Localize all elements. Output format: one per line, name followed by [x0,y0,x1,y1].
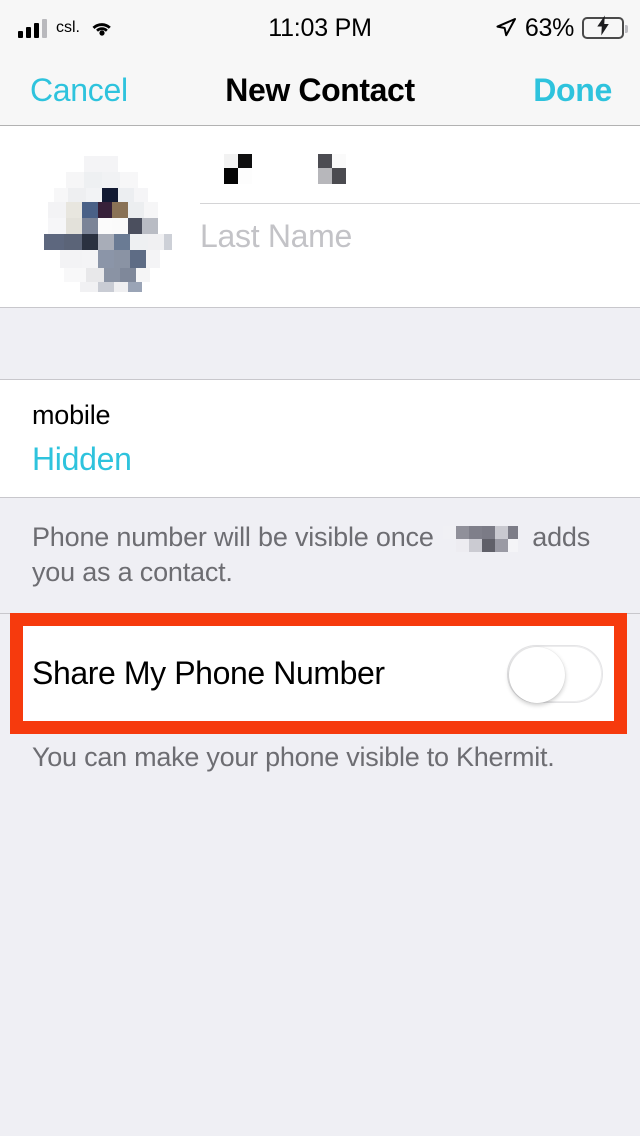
phone-number-value[interactable]: Hidden [32,443,640,475]
empty-content-area [0,790,640,1136]
status-bar-right: 63% [495,0,628,56]
last-name-placeholder: Last Name [200,217,353,254]
contact-name-redacted-inline [442,526,523,552]
battery-percent-label: 63% [524,13,574,42]
cancel-button[interactable]: Cancel [30,72,128,109]
phone-visibility-note: Phone number will be visible once adds y… [0,498,640,589]
navigation-bar: Cancel New Contact Done [0,56,640,126]
done-button[interactable]: Done [533,72,612,109]
first-name-field[interactable] [200,140,640,204]
share-my-phone-number-toggle[interactable] [507,644,603,703]
status-bar: csl. 11:03 PM 63% [0,0,640,56]
phone-type-label: mobile [32,400,111,430]
clock-label: 11:03 PM [268,13,372,42]
name-fields: Last Name [200,140,640,307]
phone-visibility-note-prefix: Phone number will be visible once [32,522,434,552]
first-name-redacted-value [200,152,370,192]
last-name-field[interactable]: Last Name [200,204,640,268]
section-separator [0,308,640,380]
phone-row[interactable]: mobile Hidden [0,380,640,498]
contact-name-section: Last Name [0,126,640,308]
battery-charging-icon [582,15,628,39]
share-footer-note: You can make your phone visible to Kherm… [32,742,555,772]
location-arrow-icon [495,17,517,39]
toggle-knob [509,646,565,703]
contact-photo-avatar[interactable] [36,146,172,292]
